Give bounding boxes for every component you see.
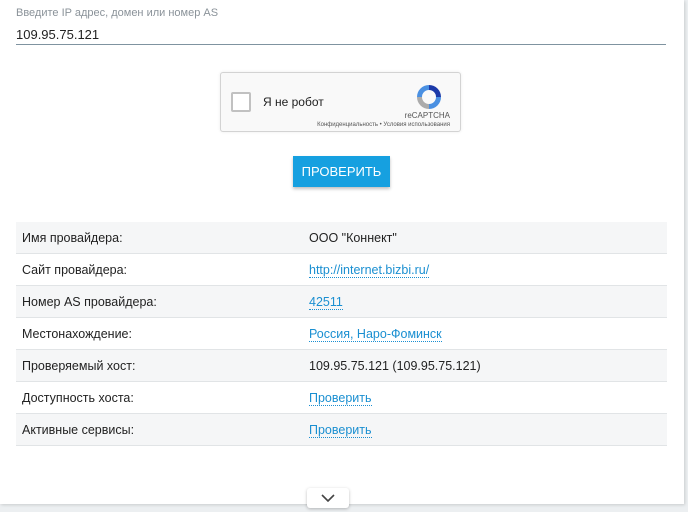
captcha-brand: reCAPTCHA <box>404 111 450 120</box>
ip-lookup-card: Введите IP адрес, домен или номер AS Я н… <box>0 0 684 504</box>
row-key: Сайт провайдера: <box>16 253 309 286</box>
table-row: Доступность хоста: Проверить <box>16 381 667 414</box>
recaptcha-logo-icon <box>417 85 441 109</box>
chevron-down-icon <box>321 494 335 502</box>
row-key: Доступность хоста: <box>16 381 309 414</box>
row-key: Местонахождение: <box>16 317 309 350</box>
expand-button[interactable] <box>307 488 349 508</box>
row-value: 109.95.75.121 (109.95.75.121) <box>309 349 667 382</box>
table-row: Сайт провайдера: http://internet.bizbi.r… <box>16 253 667 286</box>
recaptcha-widget: Я не робот reCAPTCHA Конфиденциальность … <box>220 72 461 132</box>
table-row: Номер AS провайдера: 42511 <box>16 285 667 318</box>
row-value: ООО "Коннект" <box>309 222 667 254</box>
check-button[interactable]: ПРОВЕРИТЬ <box>293 156 390 187</box>
search-input[interactable] <box>16 24 666 45</box>
provider-info-table: Имя провайдера: ООО "Коннект" Сайт прова… <box>16 222 667 446</box>
row-key: Активные сервисы: <box>16 413 309 446</box>
table-row: Имя провайдера: ООО "Коннект" <box>16 222 667 254</box>
table-row: Активные сервисы: Проверить <box>16 413 667 446</box>
check-availability-link[interactable]: Проверить <box>309 390 372 406</box>
as-number-link[interactable]: 42511 <box>309 294 343 310</box>
location-link[interactable]: Россия, Наро-Фоминск <box>309 326 442 342</box>
captcha-terms-links[interactable]: Конфиденциальность • Условия использован… <box>317 122 450 128</box>
provider-site-link[interactable]: http://internet.bizbi.ru/ <box>309 262 430 278</box>
row-key: Номер AS провайдера: <box>16 285 309 318</box>
row-key: Проверяемый хост: <box>16 349 309 382</box>
check-services-link[interactable]: Проверить <box>309 422 372 438</box>
search-label: Введите IP адрес, домен или номер AS <box>16 7 219 19</box>
row-key: Имя провайдера: <box>16 222 309 254</box>
captcha-label: Я не робот <box>263 95 324 109</box>
table-row: Проверяемый хост: 109.95.75.121 (109.95.… <box>16 349 667 382</box>
captcha-checkbox[interactable] <box>231 92 251 112</box>
table-row: Местонахождение: Россия, Наро-Фоминск <box>16 317 667 350</box>
